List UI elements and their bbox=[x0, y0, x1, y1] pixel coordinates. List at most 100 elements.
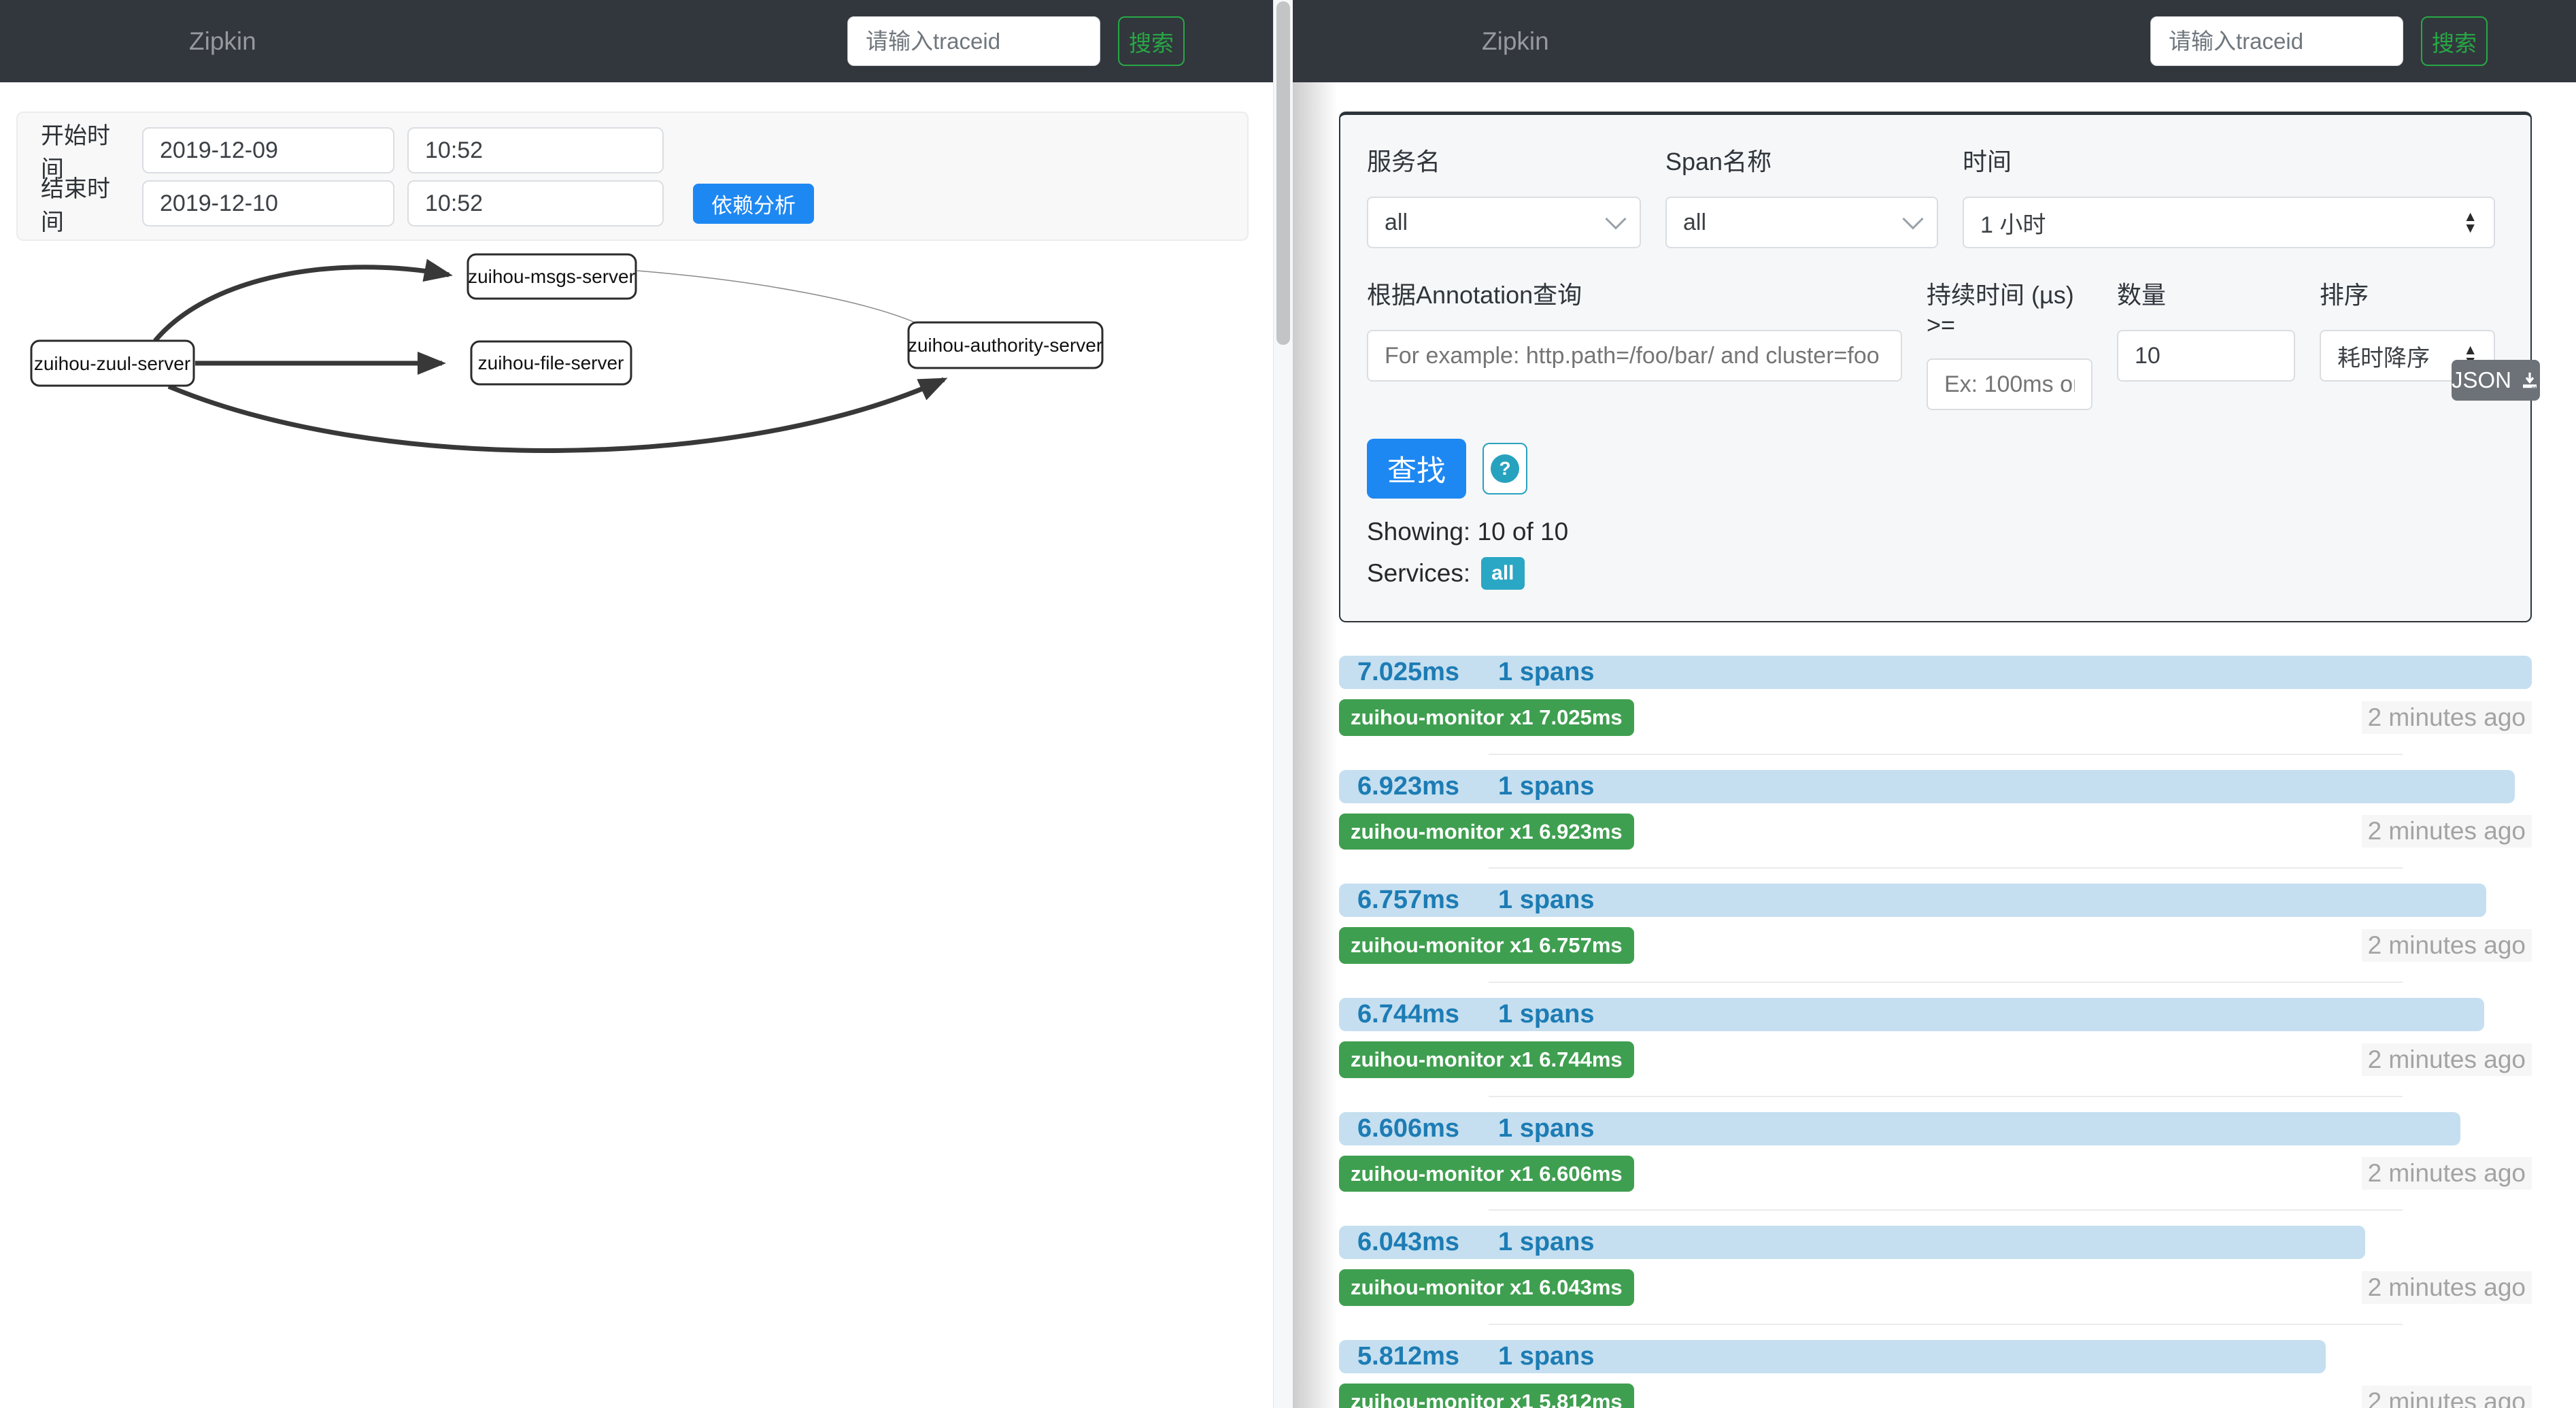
limit-input[interactable] bbox=[2117, 330, 2295, 382]
trace-row: 6.606ms 1 spans zuihou-monitor x1 6.606m… bbox=[1339, 1112, 2532, 1211]
svg-text:zuihou-zuul-server: zuihou-zuul-server bbox=[34, 353, 190, 374]
trace-bar[interactable]: 6.744ms 1 spans bbox=[1339, 998, 2484, 1031]
span-name-select[interactable]: all bbox=[1665, 197, 1938, 248]
graph-node-msgs[interactable]: zuihou-msgs-server bbox=[468, 254, 636, 299]
question-mark-icon: ? bbox=[1491, 454, 1519, 483]
sort-label: 排序 bbox=[2320, 275, 2495, 311]
help-button[interactable]: ? bbox=[1482, 443, 1527, 495]
trace-bar[interactable]: 7.025ms 1 spans bbox=[1339, 656, 2532, 689]
svg-text:zuihou-msgs-server: zuihou-msgs-server bbox=[468, 266, 635, 287]
start-time-input[interactable] bbox=[407, 127, 664, 173]
min-duration-input[interactable] bbox=[1927, 358, 2092, 410]
trace-bar[interactable]: 6.043ms 1 spans bbox=[1339, 1226, 2365, 1259]
trace-timestamp: 2 minutes ago bbox=[2362, 1043, 2532, 1076]
chevron-down-icon bbox=[1902, 208, 1923, 229]
trace-bar[interactable]: 5.812ms 1 spans bbox=[1339, 1340, 2326, 1373]
trace-meta: zuihou-monitor x1 5.812ms 2 minutes ago bbox=[1339, 1384, 2532, 1408]
start-time-row: 开始时间 bbox=[41, 127, 1247, 173]
services-row: Services: all bbox=[1367, 557, 2495, 590]
service-name-value: all bbox=[1385, 209, 1408, 236]
trace-span-count: 1 spans bbox=[1498, 886, 1595, 915]
edge-zuul-to-authority bbox=[169, 380, 944, 450]
trace-bar[interactable]: 6.757ms 1 spans bbox=[1339, 884, 2486, 917]
traceid-search: 搜索 bbox=[847, 16, 1185, 66]
end-date-input[interactable] bbox=[142, 180, 394, 227]
trace-meta: zuihou-monitor x1 6.757ms 2 minutes ago bbox=[1339, 927, 2532, 964]
service-duration-badge[interactable]: zuihou-monitor x1 6.606ms bbox=[1339, 1156, 1634, 1192]
traceid-input[interactable] bbox=[847, 16, 1100, 66]
trace-row: 7.025ms 1 spans zuihou-monitor x1 7.025m… bbox=[1339, 656, 2532, 755]
left-navbar: Zipkin 搜索 bbox=[0, 0, 1273, 82]
scrollbar-thumb[interactable] bbox=[1276, 1, 1290, 345]
row-divider bbox=[1489, 754, 2403, 755]
graph-node-authority[interactable]: zuihou-authority-server bbox=[908, 322, 1102, 368]
trace-duration: 6.757ms bbox=[1357, 886, 1459, 915]
dependency-window: Zipkin 搜索 开始时间 结束时间 依赖分析 bbox=[0, 0, 1273, 1408]
window-edge-shadow bbox=[1293, 82, 1338, 1408]
trace-meta: zuihou-monitor x1 7.025ms 2 minutes ago bbox=[1339, 699, 2532, 736]
json-download-button[interactable]: JSON bbox=[2452, 360, 2540, 401]
trace-bar[interactable]: 6.923ms 1 spans bbox=[1339, 770, 2515, 803]
find-button[interactable]: 查找 bbox=[1367, 439, 1466, 499]
end-time-label: 结束时间 bbox=[41, 170, 131, 237]
traceid-search: 搜索 bbox=[2150, 16, 2488, 66]
graph-node-file[interactable]: zuihou-file-server bbox=[471, 341, 631, 384]
edge-msgs-to-authority bbox=[637, 271, 918, 324]
svg-text:zuihou-authority-server: zuihou-authority-server bbox=[908, 335, 1102, 356]
search-button[interactable]: 搜索 bbox=[2421, 16, 2488, 66]
left-window-scrollbar[interactable] bbox=[1273, 0, 1293, 1408]
row-divider bbox=[1489, 982, 2403, 983]
trace-span-count: 1 spans bbox=[1498, 1342, 1595, 1371]
filters-row-2: 根据Annotation查询 持续时间 (µs) >= 数量 排序 耗时降序 ▲… bbox=[1367, 275, 2495, 410]
row-divider bbox=[1489, 1324, 2403, 1325]
chevron-down-icon bbox=[1605, 208, 1626, 229]
row-divider bbox=[1489, 1209, 2403, 1211]
edge-zuul-to-msgs bbox=[155, 267, 449, 341]
trace-query-card: 服务名 all Span名称 all 时间 1 小时 bbox=[1339, 112, 2532, 622]
trace-duration: 7.025ms bbox=[1357, 658, 1459, 687]
end-time-input[interactable] bbox=[407, 180, 664, 227]
zipkin-brand[interactable]: Zipkin bbox=[189, 27, 256, 56]
trace-span-count: 1 spans bbox=[1498, 658, 1595, 687]
download-icon bbox=[2520, 370, 2540, 390]
services-badge[interactable]: all bbox=[1481, 557, 1524, 590]
service-duration-badge[interactable]: zuihou-monitor x1 6.043ms bbox=[1339, 1269, 1634, 1306]
limit-label: 数量 bbox=[2117, 275, 2295, 311]
row-divider bbox=[1489, 1096, 2403, 1097]
service-duration-badge[interactable]: zuihou-monitor x1 5.812ms bbox=[1339, 1384, 1634, 1408]
span-name-label: Span名称 bbox=[1665, 142, 1938, 178]
service-duration-badge[interactable]: zuihou-monitor x1 7.025ms bbox=[1339, 699, 1634, 736]
trace-timestamp: 2 minutes ago bbox=[2362, 1386, 2532, 1408]
lookback-select[interactable]: 1 小时 ▲▼ bbox=[1963, 197, 2495, 248]
start-date-input[interactable] bbox=[142, 127, 394, 173]
trace-span-count: 1 spans bbox=[1498, 772, 1595, 801]
trace-duration: 6.744ms bbox=[1357, 1000, 1459, 1029]
trace-timestamp: 2 minutes ago bbox=[2362, 815, 2532, 848]
lookback-value: 1 小时 bbox=[1980, 206, 2046, 239]
service-duration-badge[interactable]: zuihou-monitor x1 6.757ms bbox=[1339, 927, 1634, 964]
trace-duration: 6.043ms bbox=[1357, 1228, 1459, 1257]
search-button[interactable]: 搜索 bbox=[1118, 16, 1185, 66]
traceid-input[interactable] bbox=[2150, 16, 2403, 66]
trace-duration: 5.812ms bbox=[1357, 1342, 1459, 1371]
app-root: Zipkin 搜索 开始时间 结束时间 依赖分析 bbox=[0, 0, 2576, 1408]
zipkin-brand[interactable]: Zipkin bbox=[1482, 27, 1549, 56]
trace-row: 6.043ms 1 spans zuihou-monitor x1 6.043m… bbox=[1339, 1226, 2532, 1325]
row-divider bbox=[1489, 867, 2403, 869]
find-row: 查找 ? bbox=[1367, 439, 2495, 499]
trace-meta: zuihou-monitor x1 6.606ms 2 minutes ago bbox=[1339, 1156, 2532, 1192]
service-name-label: 服务名 bbox=[1367, 142, 1641, 178]
annotation-query-input[interactable] bbox=[1367, 330, 1902, 382]
dependency-analyze-button[interactable]: 依赖分析 bbox=[693, 184, 814, 224]
trace-span-count: 1 spans bbox=[1498, 1114, 1595, 1143]
trace-meta: zuihou-monitor x1 6.744ms 2 minutes ago bbox=[1339, 1041, 2532, 1078]
trace-row: 6.923ms 1 spans zuihou-monitor x1 6.923m… bbox=[1339, 770, 2532, 869]
service-duration-badge[interactable]: zuihou-monitor x1 6.744ms bbox=[1339, 1041, 1634, 1078]
lookback-label: 时间 bbox=[1963, 142, 2495, 178]
service-name-select[interactable]: all bbox=[1367, 197, 1641, 248]
service-duration-badge[interactable]: zuihou-monitor x1 6.923ms bbox=[1339, 814, 1634, 850]
services-label: Services: bbox=[1367, 559, 1470, 588]
trace-bar[interactable]: 6.606ms 1 spans bbox=[1339, 1112, 2460, 1145]
graph-node-zuul[interactable]: zuihou-zuul-server bbox=[31, 341, 194, 386]
trace-timestamp: 2 minutes ago bbox=[2362, 929, 2532, 962]
